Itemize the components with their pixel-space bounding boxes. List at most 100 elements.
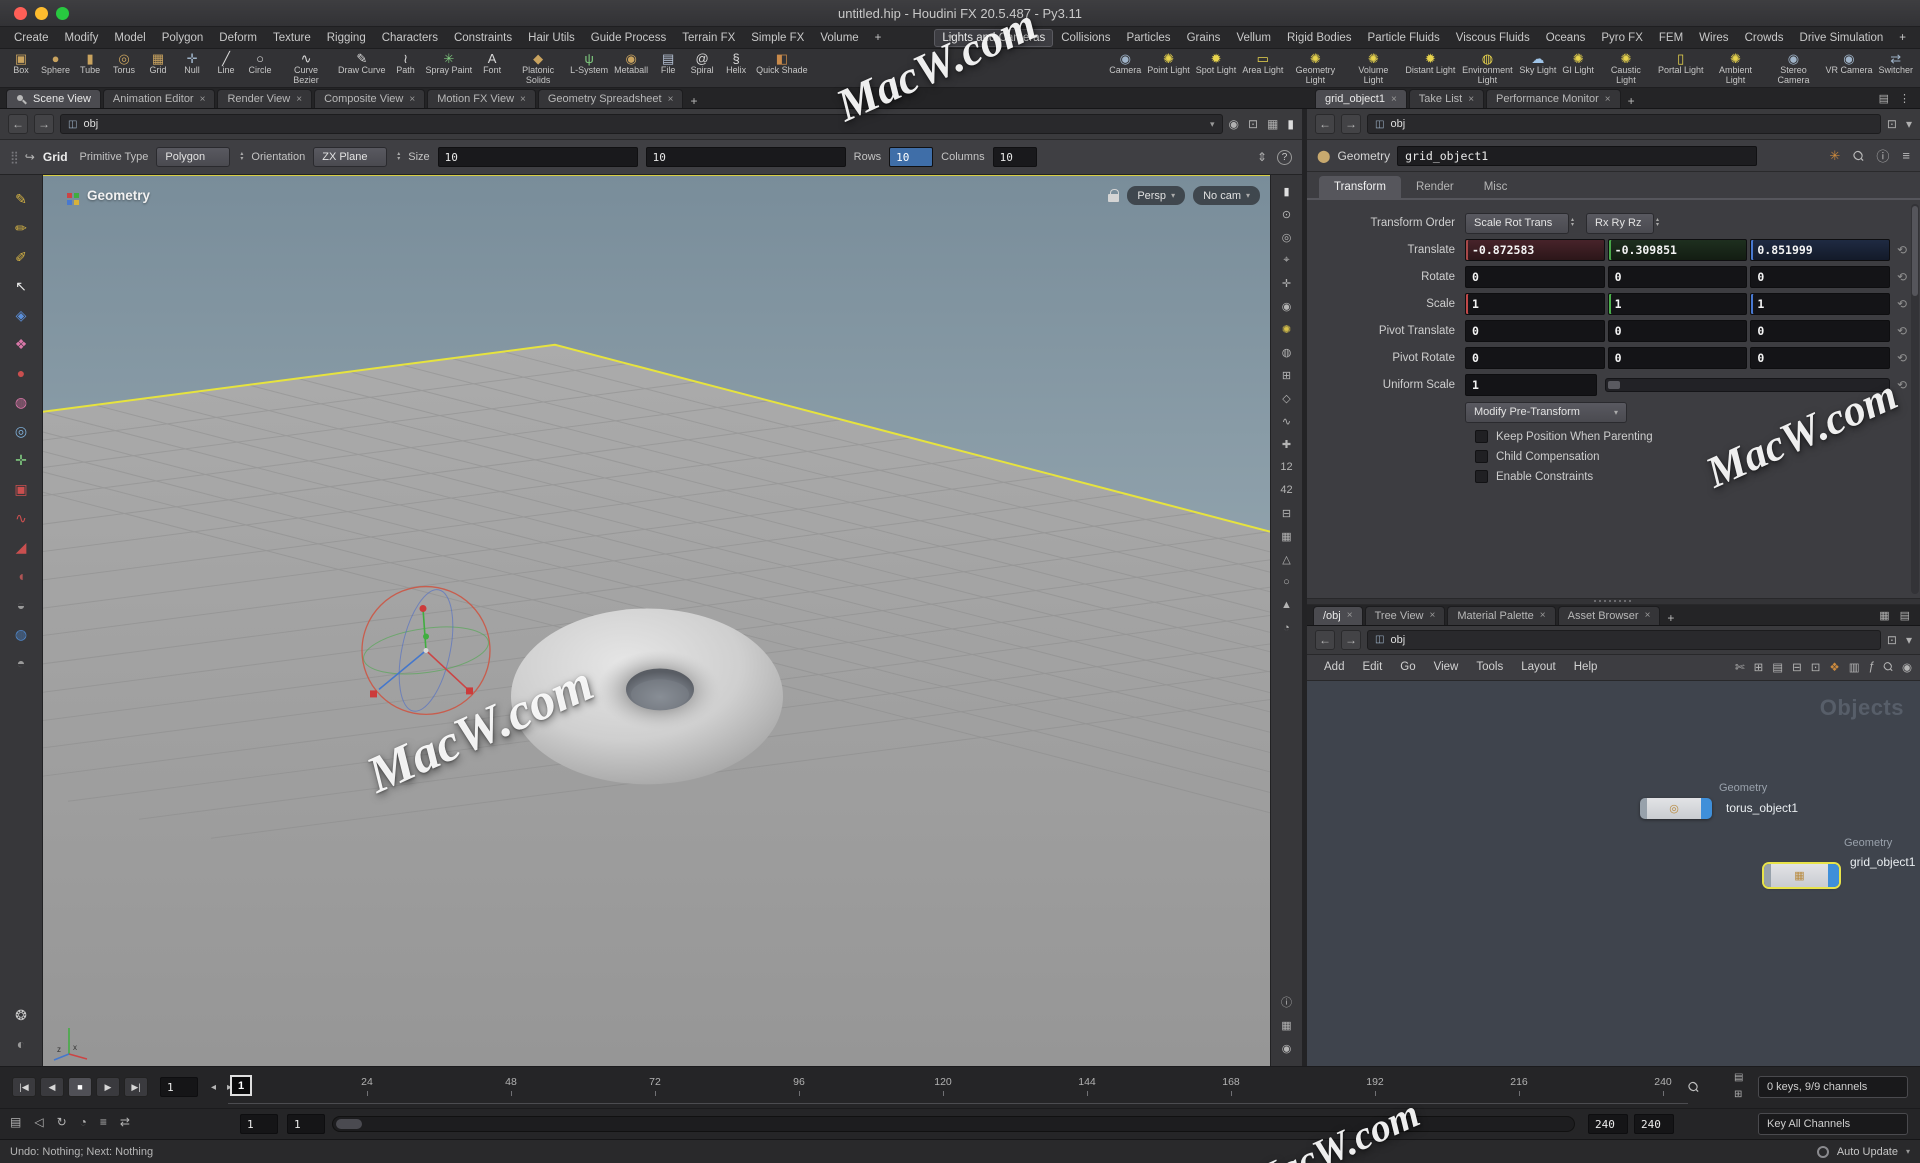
- viewport-tool-icon[interactable]: ◈: [9, 305, 33, 325]
- node-grid-object1[interactable]: Geometry grid_object1 ▦: [1764, 837, 1915, 887]
- path-bar-icon[interactable]: ⊡: [1887, 633, 1897, 647]
- param-field-y[interactable]: 1: [1607, 293, 1748, 315]
- scrollbar-thumb[interactable]: [1912, 206, 1918, 296]
- network-tool-icon[interactable]: ⊟: [1792, 660, 1802, 674]
- network-tool-icon[interactable]: ▥: [1849, 660, 1860, 674]
- minimize-window-button[interactable]: [35, 7, 48, 20]
- update-mode-control[interactable]: Auto Update ▾: [1816, 1145, 1910, 1158]
- shelf-tool[interactable]: ▤ File: [651, 49, 685, 78]
- menu-item[interactable]: Tools: [1467, 658, 1512, 676]
- close-icon[interactable]: ×: [1430, 610, 1436, 621]
- frame-range-slider[interactable]: [332, 1116, 1575, 1132]
- shelf-tab[interactable]: Modify: [57, 29, 107, 47]
- display-option-icon[interactable]: ∿: [1275, 413, 1299, 429]
- shelf-tool[interactable]: ✺ Point Light: [1144, 49, 1193, 78]
- parameter-tab[interactable]: Render: [1401, 176, 1469, 198]
- network-tab[interactable]: Tree View ×: [1364, 605, 1446, 625]
- go-to-end-button[interactable]: ▶|: [124, 1077, 148, 1097]
- pane-tab[interactable]: Render View ×: [217, 89, 313, 108]
- shelf-tab[interactable]: Texture: [265, 29, 319, 47]
- shelf-tab[interactable]: Collisions: [1053, 29, 1118, 47]
- shelf-tab[interactable]: FEM: [1651, 29, 1691, 47]
- shelf-tool[interactable]: ◉ Camera: [1106, 49, 1144, 78]
- viewport-tool-icon[interactable]: ◎: [9, 421, 33, 441]
- checkbox-row[interactable]: Keep Position When Parenting: [1475, 430, 1920, 443]
- path-field[interactable]: ◫ obj: [1367, 629, 1881, 650]
- playback-option-icon[interactable]: ≡: [100, 1115, 107, 1129]
- shelf-tool[interactable]: ▯ Portal Light: [1655, 49, 1707, 78]
- pane-link-icon[interactable]: [67, 193, 72, 198]
- path-bar-icon[interactable]: ⊡: [1248, 117, 1258, 131]
- shelf-tab[interactable]: Hair Utils: [520, 29, 583, 47]
- header-icon[interactable]: ≡: [1902, 148, 1910, 163]
- shelf-tab[interactable]: Volume: [812, 29, 866, 47]
- viewport-tool-icon[interactable]: ◍: [9, 392, 33, 412]
- param-field-y[interactable]: -0.309851: [1607, 239, 1748, 261]
- shelf-tab[interactable]: Constraints: [446, 29, 520, 47]
- checkbox[interactable]: [1475, 430, 1488, 443]
- viewport-tool-icon[interactable]: ◒: [9, 595, 33, 615]
- shelf-tool[interactable]: § Helix: [719, 49, 753, 78]
- path-field[interactable]: ◫ obj: [1367, 114, 1881, 134]
- step-back-button[interactable]: ◀: [40, 1077, 64, 1097]
- timeline-option-icon[interactable]: ⊞: [1734, 1089, 1742, 1100]
- pane-tab[interactable]: Performance Monitor ×: [1486, 89, 1621, 108]
- pane-splitter-horizontal[interactable]: [1307, 597, 1920, 605]
- shelf-tool[interactable]: ≀ Path: [389, 49, 423, 78]
- shelf-tool[interactable]: ψ L-System: [567, 49, 611, 78]
- shelf-tab[interactable]: Characters: [374, 29, 446, 47]
- display-option-icon[interactable]: ⌖: [1275, 252, 1299, 268]
- slider-handle[interactable]: [1608, 381, 1620, 389]
- chevron-down-icon[interactable]: ▾: [948, 32, 953, 43]
- pane-tab[interactable]: Geometry Spreadsheet ×: [537, 89, 684, 108]
- param-field-z[interactable]: 0: [1750, 320, 1891, 342]
- node-torus-object1[interactable]: Geometry torus_object1 ◎: [1640, 782, 1798, 819]
- shelf-tab[interactable]: Crowds: [1737, 29, 1792, 47]
- close-icon[interactable]: ×: [668, 94, 674, 105]
- uniform-scale-slider[interactable]: [1605, 378, 1890, 392]
- path-bar-icon[interactable]: ▾: [1906, 117, 1912, 131]
- timeline-ruler[interactable]: 24 48 72 96 120 144 168 192 216 240: [350, 1076, 1680, 1096]
- display-option-icon[interactable]: ⊙: [1275, 206, 1299, 222]
- playback-option-icon[interactable]: ↻: [57, 1115, 67, 1129]
- viewport-tool-icon[interactable]: ✎: [9, 189, 33, 209]
- playback-option-icon[interactable]: ◁: [34, 1115, 43, 1129]
- shelf-tool[interactable]: ● Sphere: [38, 49, 73, 78]
- add-tab-button[interactable]: +: [1621, 94, 1642, 108]
- tab-scene-view[interactable]: Scene View: [6, 89, 101, 108]
- transform-order-dropdown[interactable]: Scale Rot Trans: [1465, 212, 1569, 234]
- display-option-icon[interactable]: ◎: [1275, 229, 1299, 245]
- shelf-tab[interactable]: Drive Simulation: [1792, 29, 1892, 47]
- spinner-icon[interactable]: ▴ ▾: [240, 151, 243, 162]
- pane-layout-icon[interactable]: ⋮: [1899, 92, 1910, 105]
- checkbox[interactable]: [1475, 470, 1488, 483]
- pane-layout-icon[interactable]: ▦: [1879, 609, 1889, 622]
- viewport-tool-icon[interactable]: ◢: [9, 537, 33, 557]
- param-field-x[interactable]: 1: [1465, 293, 1605, 315]
- param-field-x[interactable]: -0.872583: [1465, 239, 1605, 261]
- shelf-tool[interactable]: ✹ Spot Light: [1193, 49, 1240, 78]
- shelf-tab[interactable]: Particles: [1118, 29, 1178, 47]
- menu-item[interactable]: Add: [1315, 658, 1353, 676]
- shelf-tool[interactable]: ✺ Ambient Light: [1706, 49, 1764, 87]
- viewport-tool-icon[interactable]: ●: [9, 363, 33, 383]
- shelf-tool[interactable]: ◉ VR Camera: [1822, 49, 1875, 78]
- shelf-tool[interactable]: ✹ Distant Light: [1402, 49, 1458, 78]
- spinner-icon[interactable]: ▴ ▾: [1656, 217, 1659, 228]
- param-field-z[interactable]: 1: [1750, 293, 1891, 315]
- shelf-tab[interactable]: Wires: [1691, 29, 1736, 47]
- param-field-z[interactable]: 0: [1750, 266, 1891, 288]
- back-button[interactable]: ←: [8, 114, 28, 134]
- close-icon[interactable]: ×: [409, 94, 415, 105]
- shelf-tab[interactable]: Polygon: [154, 29, 212, 47]
- header-icon[interactable]: ✳: [1829, 148, 1840, 164]
- checkbox-row[interactable]: Enable Constraints: [1475, 470, 1920, 483]
- add-tab-button[interactable]: +: [1660, 611, 1681, 625]
- display-option-icon[interactable]: 42: [1275, 482, 1299, 498]
- param-field-z[interactable]: 0.851999: [1750, 239, 1891, 261]
- range-end-field[interactable]: 240: [1588, 1114, 1628, 1134]
- viewport-tool-icon[interactable]: ∿: [9, 508, 33, 528]
- shelf-tool[interactable]: ✎ Draw Curve: [335, 49, 389, 78]
- display-option-icon[interactable]: ▦: [1275, 528, 1299, 544]
- shelf-tool[interactable]: ▭ Area Light: [1239, 49, 1286, 78]
